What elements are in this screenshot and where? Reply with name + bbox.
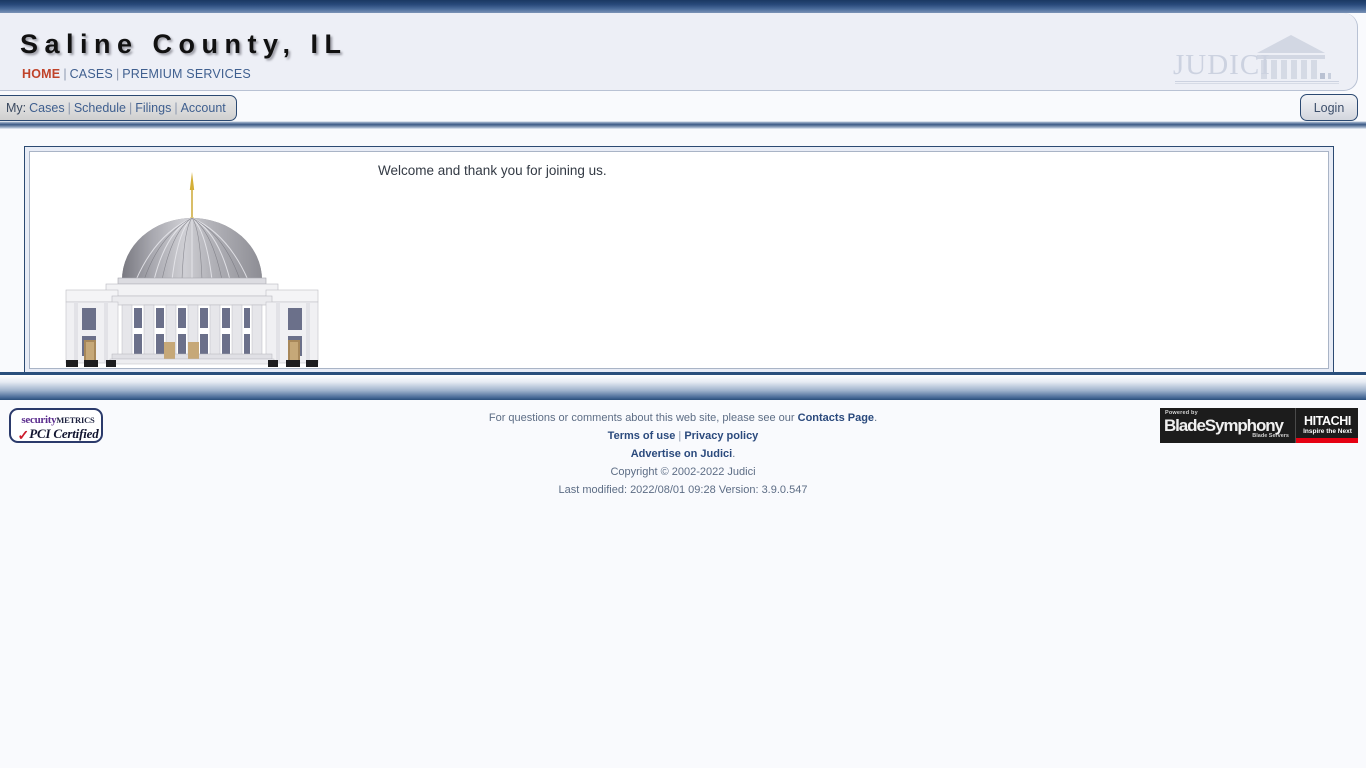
pci-badge-certified-text: PCI Certified bbox=[29, 426, 99, 441]
nav-item-premium-services[interactable]: PREMIUM SERVICES bbox=[122, 67, 251, 81]
footer-contact-suffix: . bbox=[874, 412, 878, 424]
header-divider bbox=[0, 121, 1366, 129]
content-frame: Welcome and thank you for joining us. bbox=[24, 146, 1334, 374]
header-panel: Saline County, IL HOME | CASES | PREMIUM SER… bbox=[0, 13, 1358, 91]
nav-separator: | bbox=[63, 67, 67, 81]
content-panel: Welcome and thank you for joining us. bbox=[29, 151, 1329, 369]
nav-separator: | bbox=[115, 67, 120, 81]
securitymetrics-pci-badge[interactable]: securityMETRICS ✓PCI Certified bbox=[9, 408, 103, 443]
my-link-schedule[interactable]: Schedule bbox=[74, 101, 126, 115]
my-toolbar-label: My: bbox=[6, 101, 27, 115]
my-link-filings[interactable]: Filings bbox=[135, 101, 171, 115]
footer-advertise-line: Advertise on Judici. bbox=[0, 445, 1366, 463]
advertise-on-judici-link[interactable]: Advertise on Judici bbox=[631, 448, 732, 460]
my-link-cases[interactable]: Cases bbox=[29, 101, 64, 115]
top-gradient-bar bbox=[0, 0, 1366, 13]
contacts-page-link[interactable]: Contacts Page bbox=[798, 412, 874, 424]
hitachi-wordmark: HITACHI bbox=[1304, 414, 1351, 428]
my-link-account[interactable]: Account bbox=[181, 101, 226, 115]
page-title: Saline County, IL bbox=[20, 29, 348, 59]
privacy-policy-link[interactable]: Privacy policy bbox=[684, 430, 758, 442]
judici-logo[interactable]: JUDICI bbox=[1173, 31, 1343, 93]
my-toolbar: My: Cases | Schedule | Filings | Account bbox=[0, 95, 237, 121]
pci-badge-certified-row: ✓PCI Certified bbox=[11, 425, 101, 443]
nav-item-home[interactable]: HOME bbox=[22, 67, 60, 81]
main-navigation: HOME | CASES | PREMIUM SERVICES bbox=[22, 67, 251, 81]
bladesymphony-section: Powered by BladeSymphony Blade Servers bbox=[1160, 408, 1295, 443]
footer-version: Last modified: 2022/08/01 09:28 Version:… bbox=[558, 484, 808, 496]
my-separator: | bbox=[128, 101, 133, 115]
hitachi-red-bar bbox=[1296, 438, 1358, 443]
blade-servers-label: Blade Servers bbox=[1252, 433, 1289, 439]
hitachi-bladesymphony-badge[interactable]: Powered by BladeSymphony Blade Servers H… bbox=[1160, 408, 1358, 443]
nav-item-cases[interactable]: CASES bbox=[70, 67, 113, 81]
footer-copyright: Copyright © 2002-2022 Judici bbox=[610, 466, 756, 478]
judici-wordmark: JUDICI bbox=[1173, 49, 1271, 81]
my-separator: | bbox=[174, 101, 178, 115]
courthouse-illustration bbox=[65, 172, 319, 367]
welcome-message: Welcome and thank you for joining us. bbox=[378, 163, 607, 178]
judici-underline bbox=[1175, 81, 1339, 84]
login-button[interactable]: Login bbox=[1300, 94, 1358, 121]
terms-of-use-link[interactable]: Terms of use bbox=[608, 430, 676, 442]
hitachi-section: HITACHI Inspire the Next bbox=[1295, 408, 1358, 443]
my-separator: | bbox=[67, 101, 71, 115]
checkmark-icon: ✓ bbox=[17, 427, 30, 443]
footer-separator: | bbox=[675, 430, 685, 442]
footer-advertise-suffix: . bbox=[732, 448, 736, 460]
footer-divider-gradient bbox=[0, 375, 1366, 400]
pci-badge-metrics-word: METRICS bbox=[56, 415, 95, 425]
footer-contact-prefix: For questions or comments about this web… bbox=[488, 412, 798, 424]
hitachi-tagline: Inspire the Next bbox=[1303, 428, 1352, 435]
